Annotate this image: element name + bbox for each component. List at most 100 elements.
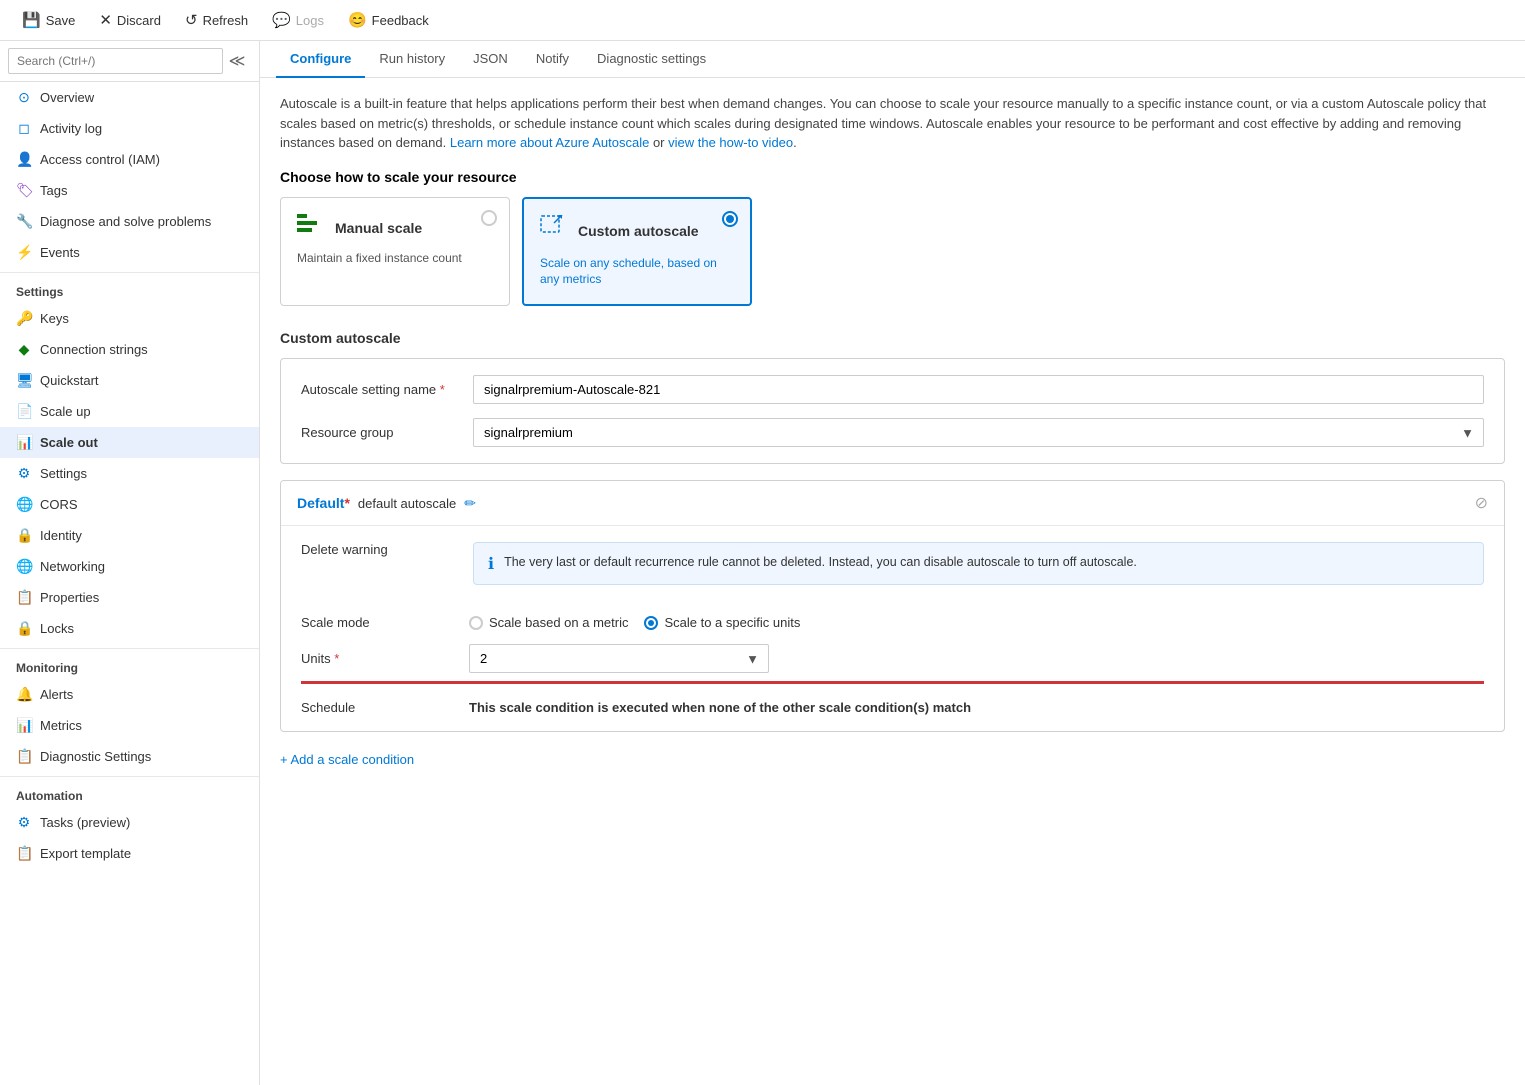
cors-icon: 🌐 [16,496,32,513]
monitoring-section-header: Monitoring [0,648,259,679]
resource-group-row: Resource group signalrpremium ▼ [301,418,1484,447]
sidebar-item-keys[interactable]: 🔑 Keys [0,303,259,334]
scale-mode-options: Scale based on a metric Scale to a speci… [469,615,800,630]
manual-scale-radio[interactable] [481,210,497,226]
content-area: Configure Run history JSON Notify Diagno… [260,41,1525,1085]
settings-section-header: Settings [0,272,259,303]
feedback-icon: 😊 [348,11,367,29]
edit-condition-icon[interactable]: ✏ [464,495,476,512]
metrics-icon: 📊 [16,717,32,734]
scale-mode-label: Scale mode [301,615,461,630]
scale-up-icon: 📄 [16,403,32,420]
sidebar-item-tasks[interactable]: ⚙ Tasks (preview) [0,807,259,838]
delete-condition-icon[interactable]: ⊘ [1475,493,1488,513]
sidebar-item-export-template[interactable]: 📋 Export template [0,838,259,869]
validation-error-line [301,681,1484,684]
sidebar-item-diagnose[interactable]: 🔧 Diagnose and solve problems [0,206,259,237]
sidebar: ≪ ⊙ Overview ◻ Activity log 👤 Access con… [0,41,260,1085]
schedule-label: Schedule [301,700,461,715]
add-scale-condition-link[interactable]: + Add a scale condition [280,748,414,771]
properties-icon: 📋 [16,589,32,606]
tags-icon: 🏷 [16,182,32,199]
sidebar-item-properties[interactable]: 📋 Properties [0,582,259,613]
scale-mode-row: Scale mode Scale based on a metric Scale… [301,615,1484,630]
manual-scale-card[interactable]: Manual scale Maintain a fixed instance c… [280,197,510,307]
refresh-button[interactable]: ↺ Refresh [175,6,258,34]
locks-icon: 🔒 [16,620,32,637]
resource-group-select-wrapper: signalrpremium ▼ [473,418,1484,447]
manual-scale-icon [297,214,325,242]
tab-json[interactable]: JSON [459,41,522,78]
search-input[interactable] [8,48,223,74]
sidebar-item-access-control[interactable]: 👤 Access control (IAM) [0,144,259,175]
sidebar-item-metrics[interactable]: 📊 Metrics [0,710,259,741]
condition-body: Delete warning ℹ The very last or defaul… [281,526,1504,731]
sidebar-item-activity-log[interactable]: ◻ Activity log [0,113,259,144]
sidebar-item-tags[interactable]: 🏷 Tags [0,175,259,206]
scale-out-icon: 📊 [16,434,32,451]
condition-name: Default* [297,495,350,511]
setting-name-label: Autoscale setting name * [301,382,461,397]
manual-scale-desc: Maintain a fixed instance count [297,250,493,267]
condition-subname: default autoscale [358,496,456,511]
scale-to-units-option[interactable]: Scale to a specific units [644,615,800,630]
how-to-video-link[interactable]: view the how-to video [668,135,793,150]
sidebar-item-connection-strings[interactable]: ◆ Connection strings [0,334,259,365]
feedback-button[interactable]: 😊 Feedback [338,6,439,34]
resource-group-select[interactable]: signalrpremium [473,418,1484,447]
logs-button[interactable]: 💬 Logs [262,6,334,34]
scale-based-metric-radio[interactable] [469,616,483,630]
events-icon: ⚡ [16,244,32,261]
sidebar-item-identity[interactable]: 🔒 Identity [0,520,259,551]
custom-autoscale-radio[interactable] [722,211,738,227]
sidebar-item-settings[interactable]: ⚙ Settings [0,458,259,489]
description-text: Autoscale is a built-in feature that hel… [280,94,1505,153]
units-select[interactable]: 1 2 3 4 5 [469,644,769,673]
sidebar-item-quickstart[interactable]: 🖥 Quickstart [0,365,259,396]
sidebar-collapse-button[interactable]: ≪ [223,47,251,75]
page-content: Autoscale is a built-in feature that hel… [260,78,1525,1085]
keys-icon: 🔑 [16,310,32,327]
learn-more-link[interactable]: Learn more about Azure Autoscale [450,135,649,150]
export-template-icon: 📋 [16,845,32,862]
scale-to-units-label: Scale to a specific units [664,615,800,630]
custom-autoscale-card[interactable]: Custom autoscale Scale on any schedule, … [522,197,752,307]
overview-icon: ⊙ [16,89,32,106]
sidebar-item-diagnostic-settings[interactable]: 📋 Diagnostic Settings [0,741,259,772]
setting-name-row: Autoscale setting name * [301,375,1484,404]
setting-name-input[interactable] [473,375,1484,404]
discard-button[interactable]: ✕ Discard [89,6,171,34]
sidebar-item-overview[interactable]: ⊙ Overview [0,82,259,113]
scale-to-units-radio[interactable] [644,616,658,630]
sidebar-item-events[interactable]: ⚡ Events [0,237,259,268]
sidebar-item-scale-out[interactable]: 📊 Scale out [0,427,259,458]
manual-scale-title: Manual scale [335,220,422,236]
save-button[interactable]: 💾 Save [12,6,85,34]
networking-icon: 🌐 [16,558,32,575]
tab-diagnostic-settings[interactable]: Diagnostic settings [583,41,720,78]
units-select-wrapper: 1 2 3 4 5 ▼ [469,644,769,673]
sidebar-item-alerts[interactable]: 🔔 Alerts [0,679,259,710]
scale-options: Manual scale Maintain a fixed instance c… [280,197,1505,307]
schedule-text: This scale condition is executed when no… [469,700,971,715]
delete-warning-box: ℹ The very last or default recurrence ru… [473,542,1484,585]
tab-notify[interactable]: Notify [522,41,583,78]
access-control-icon: 👤 [16,151,32,168]
diagnostic-settings-icon: 📋 [16,748,32,765]
sidebar-item-cors[interactable]: 🌐 CORS [0,489,259,520]
sidebar-item-networking[interactable]: 🌐 Networking [0,551,259,582]
delete-warning-row: Delete warning ℹ The very last or defaul… [301,542,1484,601]
activity-log-icon: ◻ [16,120,32,137]
choose-scale-title: Choose how to scale your resource [280,169,1505,185]
sidebar-item-scale-up[interactable]: 📄 Scale up [0,396,259,427]
custom-autoscale-desc: Scale on any schedule, based on any metr… [540,255,734,289]
scale-based-metric-option[interactable]: Scale based on a metric [469,615,628,630]
info-icon: ℹ [488,554,494,574]
logs-icon: 💬 [272,11,291,29]
sidebar-item-locks[interactable]: 🔒 Locks [0,613,259,644]
tab-run-history[interactable]: Run history [365,41,459,78]
identity-icon: 🔒 [16,527,32,544]
tab-configure[interactable]: Configure [276,41,365,78]
main-layout: ≪ ⊙ Overview ◻ Activity log 👤 Access con… [0,41,1525,1085]
save-icon: 💾 [22,11,41,29]
